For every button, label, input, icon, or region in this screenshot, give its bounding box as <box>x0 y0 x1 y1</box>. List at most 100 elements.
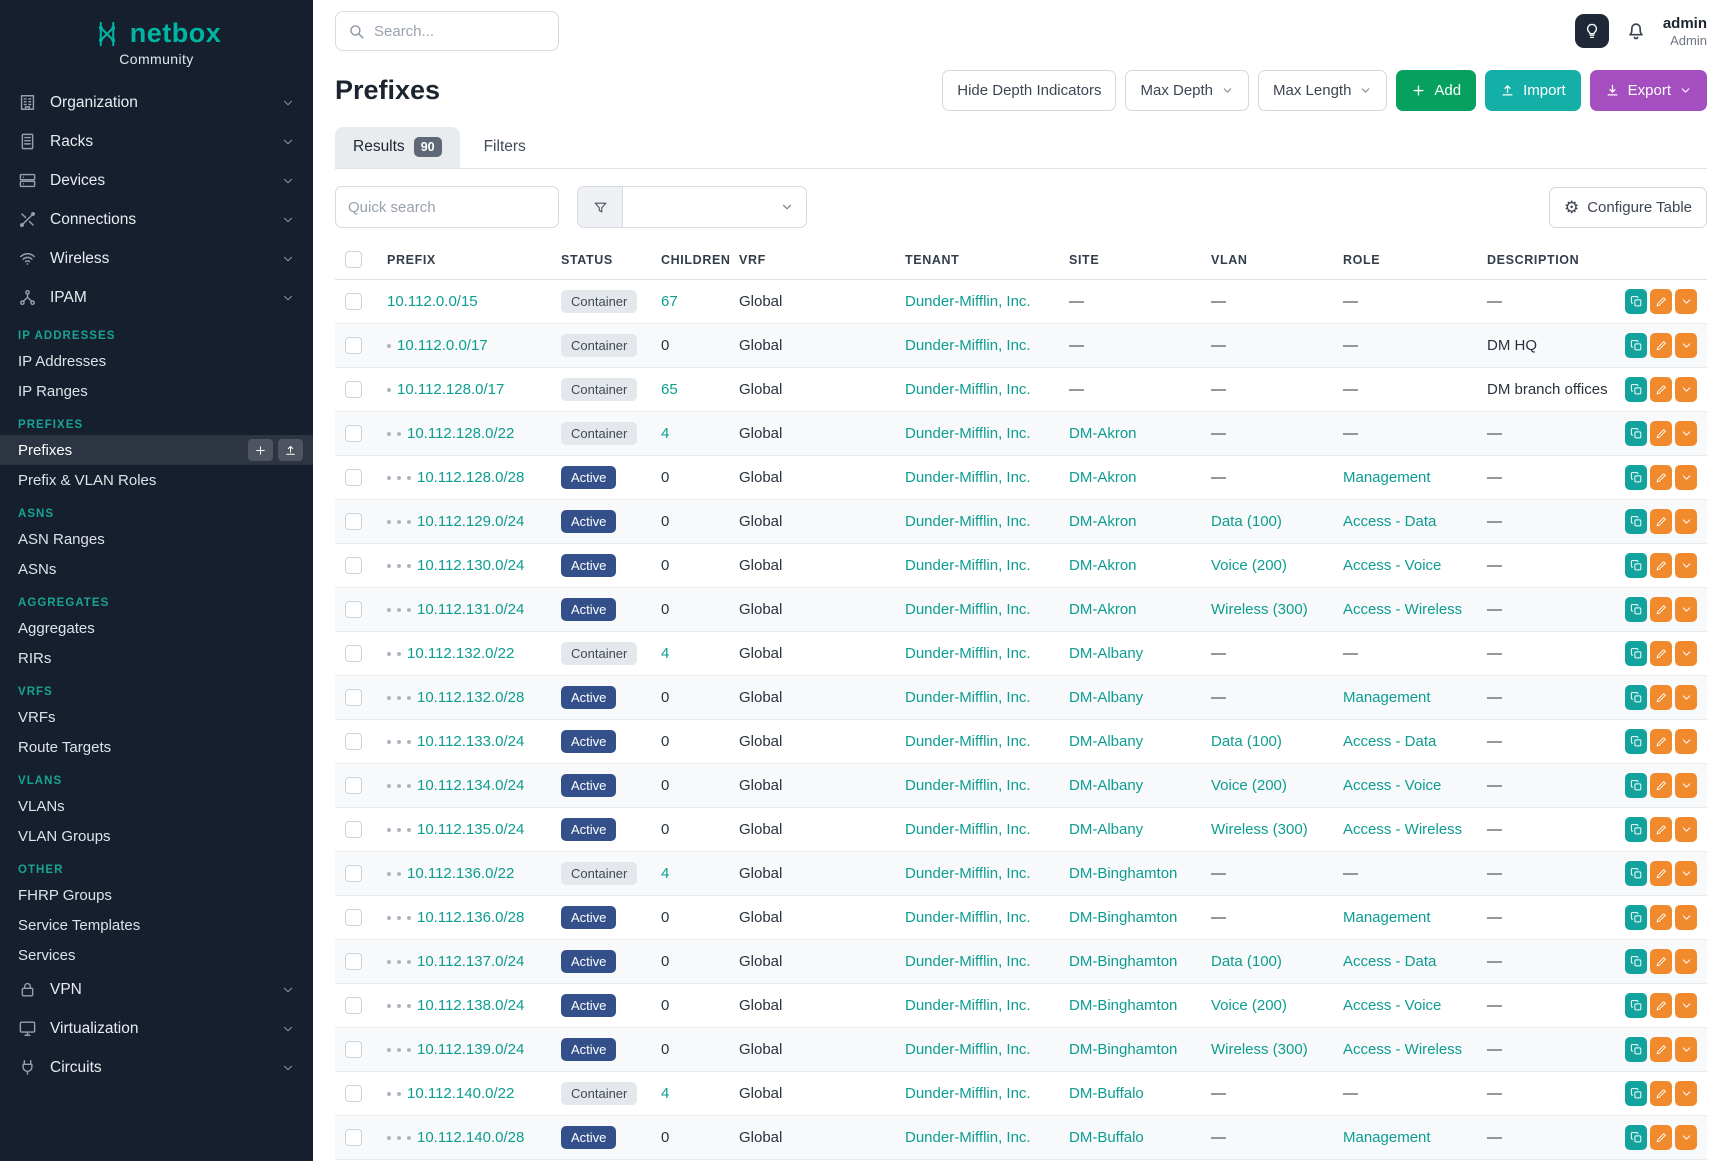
row-checkbox[interactable] <box>345 953 362 970</box>
edit-button[interactable] <box>1650 1037 1672 1062</box>
row-dropdown-button[interactable] <box>1675 1125 1697 1150</box>
row-dropdown-button[interactable] <box>1675 289 1697 314</box>
site-link[interactable]: DM-Binghamton <box>1069 865 1177 882</box>
sidebar-item-organization[interactable]: Organization <box>0 83 313 122</box>
row-checkbox[interactable] <box>345 689 362 706</box>
prefix-link[interactable]: 10.112.0.0/15 <box>387 293 478 310</box>
clone-button[interactable] <box>1625 597 1647 622</box>
sidebar-item-connections[interactable]: Connections <box>0 200 313 239</box>
edit-button[interactable] <box>1650 333 1672 358</box>
max-length-dropdown[interactable]: Max Length <box>1258 70 1387 111</box>
sidebar-item-fhrp-groups[interactable]: FHRP Groups <box>0 880 313 910</box>
quick-search-input[interactable] <box>335 186 559 228</box>
edit-button[interactable] <box>1650 905 1672 930</box>
site-link[interactable]: DM-Binghamton <box>1069 909 1177 926</box>
prefix-link[interactable]: 10.112.130.0/24 <box>417 557 524 574</box>
tenant-link[interactable]: Dunder-Mifflin, Inc. <box>905 1041 1031 1058</box>
role-link[interactable]: Access - Data <box>1343 953 1436 970</box>
column-header-role[interactable]: ROLE <box>1333 241 1477 280</box>
column-header-vlan[interactable]: VLAN <box>1201 241 1333 280</box>
prefix-link[interactable]: 10.112.0.0/17 <box>397 337 488 354</box>
prefix-link[interactable]: 10.112.131.0/24 <box>417 601 524 618</box>
sidebar-item-rirs[interactable]: RIRs <box>0 643 313 673</box>
vlan-link[interactable]: Data (100) <box>1211 513 1282 530</box>
tenant-link[interactable]: Dunder-Mifflin, Inc. <box>905 293 1031 310</box>
children-count-link[interactable]: 4 <box>661 1085 669 1102</box>
clone-button[interactable] <box>1625 641 1647 666</box>
row-dropdown-button[interactable] <box>1675 861 1697 886</box>
tenant-link[interactable]: Dunder-Mifflin, Inc. <box>905 689 1031 706</box>
role-link[interactable]: Access - Wireless <box>1343 601 1462 618</box>
vlan-link[interactable]: Voice (200) <box>1211 557 1287 574</box>
row-dropdown-button[interactable] <box>1675 509 1697 534</box>
vlan-link[interactable]: Wireless (300) <box>1211 1041 1308 1058</box>
edit-button[interactable] <box>1650 817 1672 842</box>
row-checkbox[interactable] <box>345 821 362 838</box>
role-link[interactable]: Access - Wireless <box>1343 821 1462 838</box>
tenant-link[interactable]: Dunder-Mifflin, Inc. <box>905 557 1031 574</box>
row-checkbox[interactable] <box>345 557 362 574</box>
prefix-link[interactable]: 10.112.138.0/24 <box>417 997 524 1014</box>
row-checkbox[interactable] <box>345 337 362 354</box>
prefix-link[interactable]: 10.112.136.0/22 <box>407 865 514 882</box>
row-checkbox[interactable] <box>345 997 362 1014</box>
row-checkbox[interactable] <box>345 645 362 662</box>
prefix-link[interactable]: 10.112.140.0/22 <box>407 1085 514 1102</box>
tenant-link[interactable]: Dunder-Mifflin, Inc. <box>905 1129 1031 1146</box>
site-link[interactable]: DM-Binghamton <box>1069 997 1177 1014</box>
children-count-link[interactable]: 65 <box>661 381 678 398</box>
notifications-button[interactable] <box>1625 20 1647 42</box>
children-count-link[interactable]: 4 <box>661 425 669 442</box>
clone-button[interactable] <box>1625 861 1647 886</box>
site-link[interactable]: DM-Akron <box>1069 513 1137 530</box>
tenant-link[interactable]: Dunder-Mifflin, Inc. <box>905 425 1031 442</box>
prefix-link[interactable]: 10.112.137.0/24 <box>417 953 524 970</box>
tenant-link[interactable]: Dunder-Mifflin, Inc. <box>905 865 1031 882</box>
children-count-link[interactable]: 4 <box>661 865 669 882</box>
sidebar-item-vlans[interactable]: VLANs <box>0 791 313 821</box>
theme-toggle-button[interactable] <box>1575 14 1609 48</box>
brand[interactable]: netbox Community <box>0 0 313 71</box>
row-dropdown-button[interactable] <box>1675 553 1697 578</box>
tenant-link[interactable]: Dunder-Mifflin, Inc. <box>905 469 1031 486</box>
sidebar-item-ipam[interactable]: IPAM <box>0 278 313 317</box>
prefix-link[interactable]: 10.112.132.0/22 <box>407 645 514 662</box>
clone-button[interactable] <box>1625 509 1647 534</box>
clone-button[interactable] <box>1625 685 1647 710</box>
sidebar-item-vrfs[interactable]: VRFs <box>0 702 313 732</box>
clone-button[interactable] <box>1625 1081 1647 1106</box>
prefix-link[interactable]: 10.112.139.0/24 <box>417 1041 524 1058</box>
edit-button[interactable] <box>1650 1125 1672 1150</box>
saved-filter-select[interactable] <box>623 186 807 228</box>
site-link[interactable]: DM-Akron <box>1069 601 1137 618</box>
site-link[interactable]: DM-Akron <box>1069 557 1137 574</box>
sidebar-item-service-templates[interactable]: Service Templates <box>0 910 313 940</box>
vlan-link[interactable]: Wireless (300) <box>1211 601 1308 618</box>
select-all-checkbox[interactable] <box>345 251 362 268</box>
prefix-quick-import-button[interactable] <box>278 439 303 461</box>
clone-button[interactable] <box>1625 553 1647 578</box>
prefix-link[interactable]: 10.112.134.0/24 <box>417 777 524 794</box>
column-header-prefix[interactable]: PREFIX <box>377 241 551 280</box>
row-dropdown-button[interactable] <box>1675 685 1697 710</box>
edit-button[interactable] <box>1650 773 1672 798</box>
site-link[interactable]: DM-Albany <box>1069 689 1143 706</box>
edit-button[interactable] <box>1650 861 1672 886</box>
edit-button[interactable] <box>1650 509 1672 534</box>
row-dropdown-button[interactable] <box>1675 597 1697 622</box>
tenant-link[interactable]: Dunder-Mifflin, Inc. <box>905 997 1031 1014</box>
clone-button[interactable] <box>1625 377 1647 402</box>
sidebar-item-asn-ranges[interactable]: ASN Ranges <box>0 524 313 554</box>
role-link[interactable]: Access - Data <box>1343 733 1436 750</box>
edit-button[interactable] <box>1650 289 1672 314</box>
tab-results[interactable]: Results 90 <box>335 127 460 168</box>
sidebar-item-virtualization[interactable]: Virtualization <box>0 1009 313 1048</box>
row-dropdown-button[interactable] <box>1675 421 1697 446</box>
row-checkbox[interactable] <box>345 1129 362 1146</box>
row-dropdown-button[interactable] <box>1675 905 1697 930</box>
row-checkbox[interactable] <box>345 865 362 882</box>
prefix-link[interactable]: 10.112.129.0/24 <box>417 513 524 530</box>
sidebar-item-ip-ranges[interactable]: IP Ranges <box>0 376 313 406</box>
clone-button[interactable] <box>1625 949 1647 974</box>
sidebar-item-prefixes[interactable]: Prefixes <box>0 435 313 465</box>
